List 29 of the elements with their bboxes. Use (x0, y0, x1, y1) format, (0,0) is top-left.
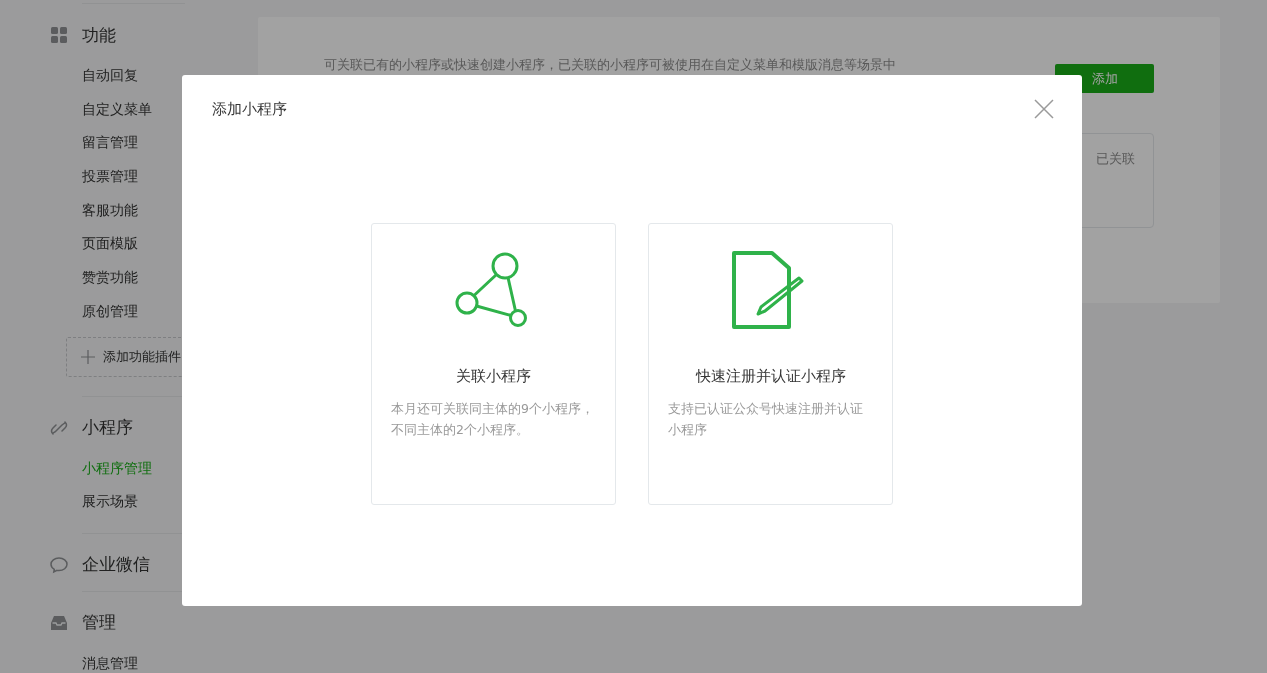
sidebar-item[interactable]: 页面模版 (50, 227, 185, 262)
sidebar-group-title: 管理 (82, 611, 116, 635)
sidebar-item[interactable]: 原创管理 (50, 294, 185, 329)
sidebar-group-title: 小程序 (82, 416, 133, 439)
link-icon (50, 418, 68, 437)
option-card[interactable]: 快速注册并认证小程序 支持已认证公众号快速注册并认证小程序 (648, 223, 893, 505)
sidebar-item[interactable]: 投票管理 (50, 160, 185, 194)
sidebar-item[interactable]: 自定义菜单 (50, 92, 185, 127)
card-title: 快速注册并认证小程序 (694, 367, 847, 387)
modal-title: 添加小程序 (212, 99, 287, 119)
linked-label: 已关联 (1096, 150, 1135, 168)
plus-icon (81, 349, 95, 364)
sidebar-group-title: 功能 (82, 23, 116, 47)
chat-bubble-icon (50, 555, 68, 574)
grid-icon (50, 26, 68, 44)
sidebar-item[interactable]: 赞赏功能 (50, 261, 185, 295)
close-icon[interactable] (1034, 99, 1054, 119)
sidebar-item[interactable]: 客服功能 (50, 193, 185, 228)
inbox-icon (50, 613, 68, 632)
sidebar-item[interactable]: 留言管理 (50, 126, 185, 161)
card-description: 支持已认证公众号快速注册并认证小程序 (668, 400, 864, 439)
sidebar-item[interactable]: 展示场景 (50, 485, 185, 519)
description-text: 可关联已有的小程序或快速创建小程序，已关联的小程序可被使用在自定义菜单和模版消息等场景中 (324, 57, 896, 73)
card-description: 本月还可关联同主体的9个小程序，不同主体的2个小程序。 (391, 400, 595, 439)
sidebar-item[interactable]: 自动回复 (50, 59, 185, 93)
sidebar-item[interactable]: 消息管理 (50, 646, 185, 673)
card-title: 关联小程序 (455, 367, 532, 387)
sidebar-group-title: 企业微信 (82, 553, 150, 577)
option-card[interactable]: 关联小程序 本月还可关联同主体的9个小程序，不同主体的2个小程序。 (371, 223, 616, 505)
